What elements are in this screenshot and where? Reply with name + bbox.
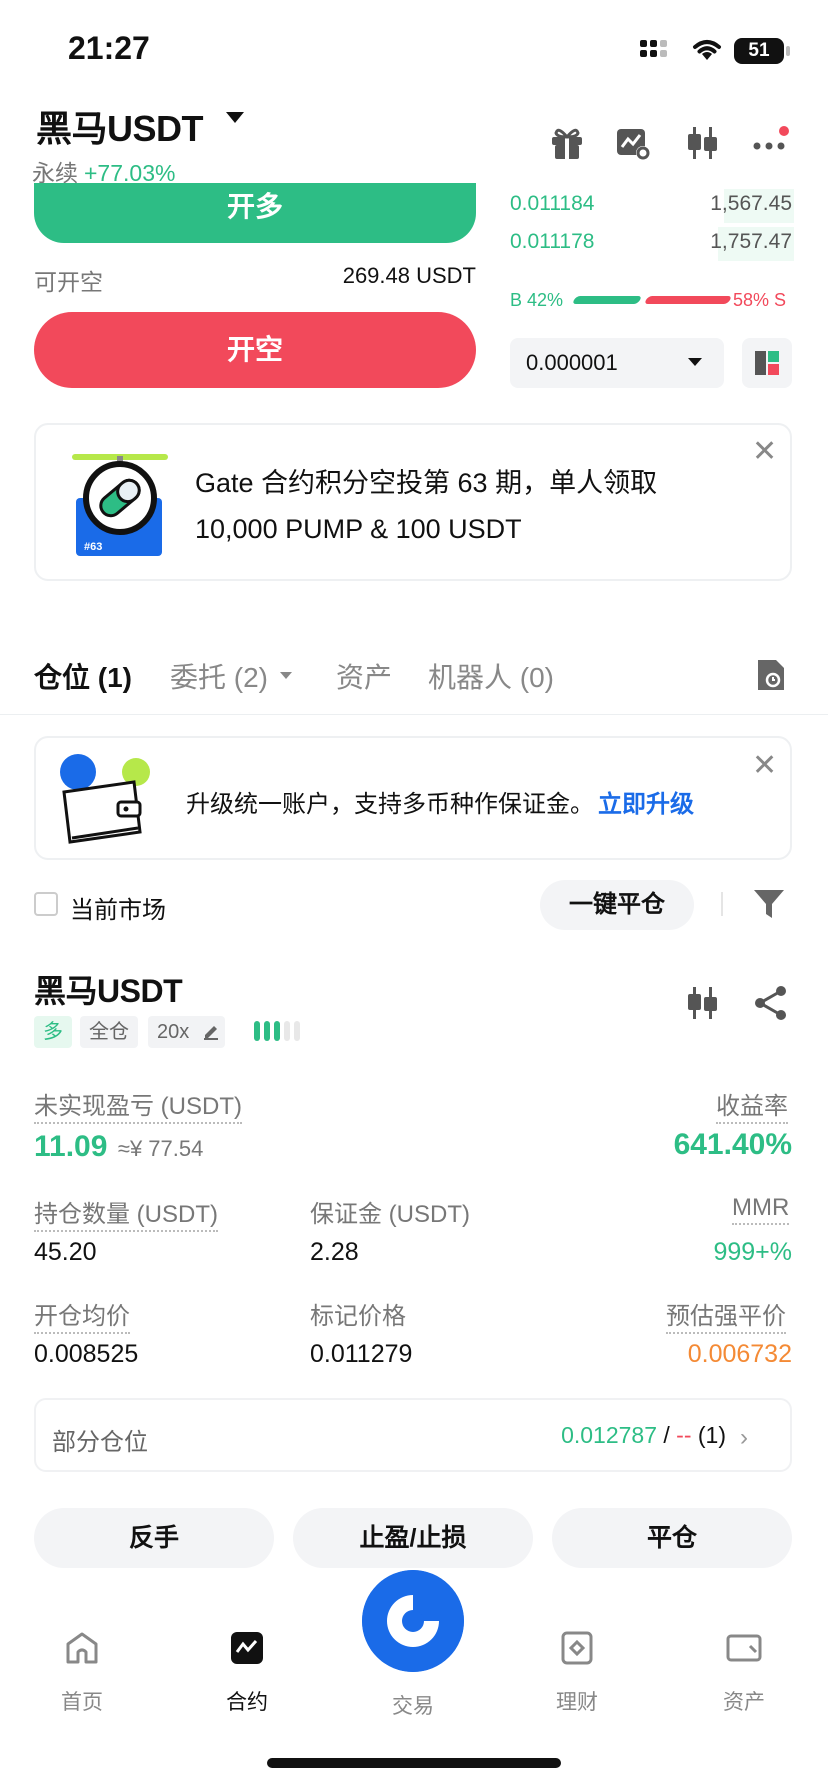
chevron-down-icon[interactable] xyxy=(280,672,292,679)
open-long-button[interactable]: 开多 xyxy=(34,183,476,243)
position-size-label[interactable]: 持仓数量 (USDT) xyxy=(34,1194,218,1232)
nav-assets[interactable]: 资产 xyxy=(694,1630,794,1716)
nav-trade-label[interactable]: 交易 xyxy=(362,1690,464,1720)
sell-ratio: 58% S xyxy=(733,290,787,310)
entry-price-value: 0.008525 xyxy=(34,1340,139,1368)
chevron-down-icon[interactable] xyxy=(226,112,244,123)
orderbook-qty: 1,757.47 xyxy=(710,230,792,253)
nav-earn-label: 理财 xyxy=(556,1691,598,1714)
nav-futures-label: 合约 xyxy=(226,1691,268,1714)
buy-ratio-bar xyxy=(571,296,643,304)
home-indicator xyxy=(267,1758,561,1768)
mmr-label[interactable]: MMR xyxy=(732,1194,790,1225)
chevron-right-icon[interactable]: › xyxy=(740,1424,748,1452)
share-icon[interactable] xyxy=(752,984,790,1022)
separator xyxy=(721,892,723,916)
mark-price-value: 0.011279 xyxy=(310,1340,413,1368)
earn-icon xyxy=(561,1631,593,1665)
liq-price-value: 0.006732 xyxy=(687,1340,792,1368)
close-position-button[interactable]: 平仓 xyxy=(552,1508,792,1568)
current-market-label[interactable]: 当前市场 xyxy=(70,890,166,925)
liq-price-label[interactable]: 预估强平价 xyxy=(666,1296,786,1334)
tab-positions[interactable]: 仓位 (1) xyxy=(34,656,132,696)
chevron-down-icon[interactable] xyxy=(688,358,702,366)
roe-value: 641.40% xyxy=(673,1128,792,1161)
battery-indicator: 51 xyxy=(734,38,790,64)
tab-orders[interactable]: 委托 (2) xyxy=(170,656,268,696)
candlestick-icon[interactable] xyxy=(684,124,722,162)
nav-assets-label: 资产 xyxy=(723,1691,765,1714)
position-size-value: 45.20 xyxy=(34,1238,97,1266)
partial-count: (1) xyxy=(691,1422,726,1448)
tpsl-button[interactable]: 止盈/止损 xyxy=(293,1508,533,1568)
wallet-illustration-icon xyxy=(60,754,150,844)
unrealized-pnl: 11.09 ≈¥ 77.54 xyxy=(34,1130,203,1164)
unrealized-pnl-label[interactable]: 未实现盈亏 (USDT) xyxy=(34,1086,242,1124)
airdrop-badge-icon: #63 xyxy=(72,454,168,556)
partial-position-value: 0.012787 / -- (1) xyxy=(430,1422,726,1449)
current-market-checkbox[interactable] xyxy=(34,892,58,916)
pair-title[interactable]: 黑马USDT xyxy=(36,100,204,152)
badge-label: #63 xyxy=(84,541,102,553)
margin-label: 保证金 (USDT) xyxy=(310,1201,470,1228)
margin-mode-tag: 全仓 xyxy=(80,1016,138,1048)
nav-futures[interactable]: 合约 xyxy=(197,1630,297,1716)
orderbook-layout-icon[interactable] xyxy=(742,338,792,388)
close-all-button[interactable]: 一键平仓 xyxy=(540,880,694,930)
margin-value: 2.28 xyxy=(310,1238,359,1266)
orderbook-price: 0.011178 xyxy=(510,230,595,253)
nav-home-label: 首页 xyxy=(61,1691,103,1714)
tab-divider xyxy=(0,714,828,715)
orderbook-row[interactable]: 0.011178 1,757.47 xyxy=(510,227,794,261)
entry-price-label[interactable]: 开仓均价 xyxy=(34,1296,130,1334)
roe-label[interactable]: 收益率 xyxy=(716,1086,788,1124)
wifi-icon xyxy=(693,40,721,60)
partial-position-label: 部分仓位 xyxy=(52,1429,148,1456)
filter-icon[interactable] xyxy=(752,886,786,920)
promo-text[interactable]: Gate 合约积分空投第 63 期，单人领取 10,000 PUMP & 100… xyxy=(195,460,735,552)
unrealized-pnl-value: 11.09 xyxy=(34,1130,108,1163)
trade-fab-icon[interactable] xyxy=(362,1570,464,1672)
edit-icon[interactable] xyxy=(202,1022,220,1040)
close-icon[interactable]: ✕ xyxy=(752,748,777,783)
partial-tp: 0.012787 xyxy=(561,1422,657,1448)
leverage-value: 20x xyxy=(157,1021,190,1043)
available-short-value: 269.48 USDT xyxy=(342,263,476,288)
reverse-button[interactable]: 反手 xyxy=(34,1508,274,1568)
available-short-label: 可开空 xyxy=(34,269,103,295)
promo-line2: 10,000 PUMP & 100 USDT xyxy=(195,514,522,544)
chart-settings-icon[interactable] xyxy=(614,124,652,162)
mmr-value: 999+% xyxy=(713,1238,792,1266)
futures-chart-icon xyxy=(231,1632,263,1664)
nav-home[interactable]: 首页 xyxy=(32,1630,132,1716)
mark-price-label: 标记价格 xyxy=(310,1303,406,1330)
tab-bots[interactable]: 机器人 (0) xyxy=(428,656,554,696)
upgrade-text: 升级统一账户，支持多币种作保证金。 xyxy=(186,791,594,818)
side-tag: 多 xyxy=(34,1016,72,1048)
wallet-icon xyxy=(726,1634,762,1662)
tab-assets[interactable]: 资产 xyxy=(336,656,392,696)
unrealized-pnl-cny: ≈¥ 77.54 xyxy=(117,1136,204,1161)
orderbook-row[interactable]: 0.011184 1,567.45 xyxy=(510,189,794,223)
gift-icon[interactable] xyxy=(548,124,586,162)
open-short-button[interactable]: 开空 xyxy=(34,312,476,388)
orderbook-price: 0.011184 xyxy=(510,192,595,215)
orderbook-qty: 1,567.45 xyxy=(710,192,792,215)
status-time: 21:27 xyxy=(68,30,150,66)
candlestick-icon[interactable] xyxy=(684,984,722,1022)
position-pair[interactable]: 黑马USDT xyxy=(34,966,183,1012)
more-icon[interactable] xyxy=(752,124,790,162)
buy-ratio: B 42% xyxy=(510,290,564,310)
history-document-icon[interactable] xyxy=(756,658,786,692)
sell-ratio-bar xyxy=(643,296,733,304)
promo-line1: Gate 合约积分空投第 63 期，单人领取 xyxy=(195,468,658,498)
upgrade-link[interactable]: 立即升级 xyxy=(598,791,694,818)
upgrade-message: 升级统一账户，支持多币种作保证金。 立即升级 xyxy=(186,784,694,819)
nav-earn[interactable]: 理财 xyxy=(527,1630,627,1716)
partial-sl: -- xyxy=(676,1422,692,1448)
home-icon xyxy=(66,1632,98,1664)
partial-sep: / xyxy=(657,1422,677,1448)
close-icon[interactable]: ✕ xyxy=(752,434,777,469)
